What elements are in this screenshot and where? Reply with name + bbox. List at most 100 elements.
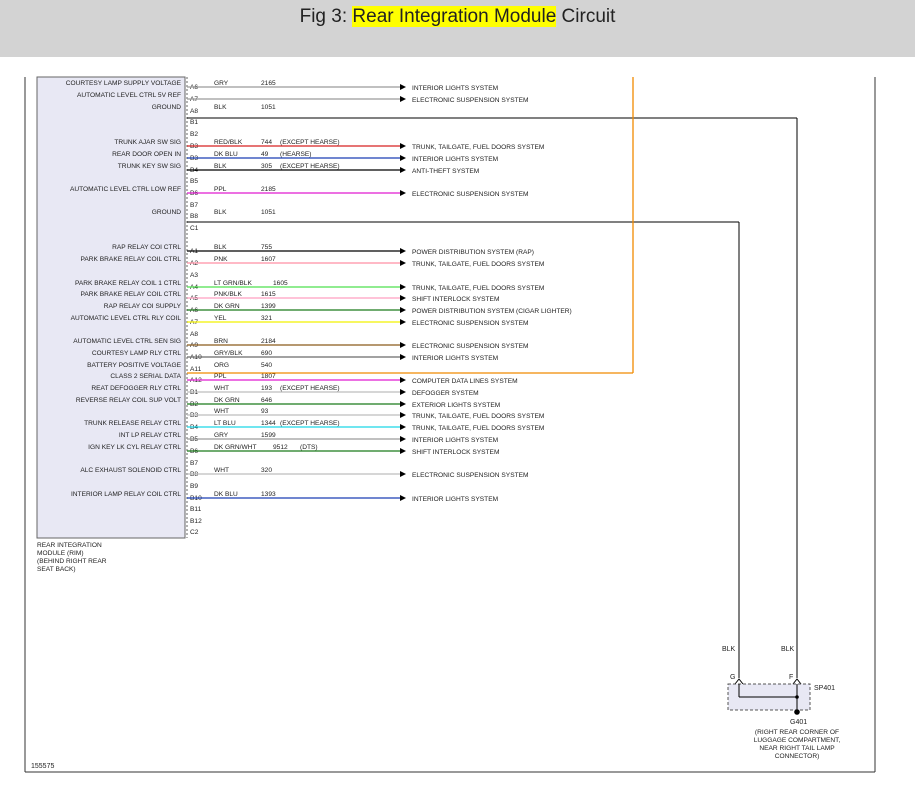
- wire-color-name: RED/BLK: [214, 139, 243, 146]
- pin-function-label: REVERSE RELAY COIL SUP VOLT: [76, 397, 181, 404]
- splice-dot: [795, 695, 799, 699]
- destination-system: POWER DISTRIBUTION SYSTEM (RAP): [412, 249, 534, 256]
- wire-note: (EXCEPT HEARSE): [280, 385, 340, 392]
- pin-number: B2: [190, 131, 198, 138]
- circuit-number: 2184: [261, 338, 276, 345]
- wire-color-name: LT GRN/BLK: [214, 280, 252, 287]
- circuit-number: 1344: [261, 420, 276, 427]
- circuit-number: 690: [261, 350, 272, 357]
- destination-system: INTERIOR LIGHTS SYSTEM: [412, 355, 498, 362]
- destination-system: SHIFT INTERLOCK SYSTEM: [412, 296, 499, 303]
- wire-arrow: [400, 260, 406, 266]
- destination-system: INTERIOR LIGHTS SYSTEM: [412, 496, 498, 503]
- destination-system: ELECTRONIC SUSPENSION SYSTEM: [412, 472, 529, 479]
- wire-color-name: PPL: [214, 373, 227, 380]
- circuit-number: 744: [261, 139, 272, 146]
- destination-system: COMPUTER DATA LINES SYSTEM: [412, 378, 518, 385]
- pin-row: B7: [190, 202, 198, 209]
- ground-location-line: LUGGAGE COMPARTMENT,: [754, 737, 841, 744]
- wire-arrow: [400, 389, 406, 395]
- pin-function-label: RAP RELAY COI CTRL: [112, 244, 181, 251]
- pin-function-label: PARK BRAKE RELAY COIL CTRL: [80, 291, 181, 298]
- circuit-number: 646: [261, 397, 272, 404]
- pin-number: B7: [190, 460, 198, 467]
- pin-function-label: BATTERY POSITIVE VOLTAGE: [87, 362, 182, 369]
- ground-left-wire-color: BLK: [722, 646, 736, 653]
- wire-color-name: PNK/BLK: [214, 291, 242, 298]
- wire-arrow: [400, 248, 406, 254]
- wire-arrow: [400, 495, 406, 501]
- terminal-f-arrow: [792, 678, 802, 685]
- circuit-number: 1399: [261, 303, 276, 310]
- wire-arrow: [400, 448, 406, 454]
- destination-system: ELECTRONIC SUSPENSION SYSTEM: [412, 97, 529, 104]
- pin-function-label: CLASS 2 SERIAL DATA: [110, 373, 181, 380]
- pin-function-label: AUTOMATIC LEVEL CTRL RLY COIL: [71, 315, 182, 322]
- destination-system: POWER DISTRIBUTION SYSTEM (CIGAR LIGHTER…: [412, 308, 572, 315]
- pin-function-label: TRUNK RELEASE RELAY CTRL: [84, 420, 181, 427]
- pin-number: C2: [190, 529, 199, 536]
- destination-system: TRUNK, TAILGATE, FUEL DOORS SYSTEM: [412, 413, 544, 420]
- pin-function-label: PARK BRAKE RELAY COIL CTRL: [80, 256, 181, 263]
- circuit-number: 2185: [261, 186, 276, 193]
- pin-function-label: GROUND: [152, 209, 182, 216]
- ground-location-line: (RIGHT REAR CORNER OF: [755, 729, 839, 736]
- circuit-number: 755: [261, 244, 272, 251]
- circuit-number: 1051: [261, 209, 276, 216]
- pin-function-label: RAP RELAY COI SUPPLY: [104, 303, 182, 310]
- module-name-line: (BEHIND RIGHT REAR: [37, 558, 107, 565]
- pin-row: B9: [190, 483, 198, 490]
- pin-function-label: IGN KEY LK CYL RELAY CTRL: [88, 444, 181, 451]
- wire-color-name: ORG: [214, 362, 229, 369]
- figure-number: 155575: [31, 763, 54, 770]
- module-name-line: REAR INTEGRATION: [37, 542, 102, 549]
- wire-color-name: GRY: [214, 80, 229, 87]
- ground-location: (RIGHT REAR CORNER OFLUGGAGE COMPARTMENT…: [754, 729, 841, 760]
- circuit-number: 93: [261, 408, 269, 415]
- wire-arrow: [400, 155, 406, 161]
- module-name-line: SEAT BACK): [37, 566, 76, 573]
- pin-row: C2: [190, 529, 199, 536]
- pin-row: B7: [190, 460, 198, 467]
- pin-number: A3: [190, 272, 198, 279]
- pin-number: B8: [190, 213, 198, 220]
- wire-arrow: [400, 401, 406, 407]
- pin-function-label: PARK BRAKE RELAY COIL 1 CTRL: [75, 280, 181, 287]
- pin-function-label: ALC EXHAUST SOLENOID CTRL: [80, 467, 181, 474]
- circuit-number: 1605: [273, 280, 288, 287]
- destination-system: TRUNK, TAILGATE, FUEL DOORS SYSTEM: [412, 144, 544, 151]
- circuit-number: 193: [261, 385, 272, 392]
- pin-number: B12: [190, 518, 202, 525]
- wire-color-name: BLK: [214, 244, 227, 251]
- wire-color-name: BLK: [214, 209, 227, 216]
- pin-number: C1: [190, 225, 199, 232]
- wire-note: (EXCEPT HEARSE): [280, 163, 340, 170]
- pin-row: B5: [190, 178, 198, 185]
- wire-arrow: [400, 295, 406, 301]
- pin-row: B3WHT93TRUNK, TAILGATE, FUEL DOORS SYSTE…: [187, 408, 544, 420]
- wire-arrow: [400, 377, 406, 383]
- module-name-line: MODULE (RIM): [37, 550, 84, 557]
- destination-system: TRUNK, TAILGATE, FUEL DOORS SYSTEM: [412, 425, 544, 432]
- wire-arrow: [400, 424, 406, 430]
- circuit-number: 1807: [261, 373, 276, 380]
- pin-function-label: COURTESY LAMP RLY CTRL: [92, 350, 181, 357]
- circuit-number: 1607: [261, 256, 276, 263]
- wire-arrow: [400, 471, 406, 477]
- wire-color-name: DK GRN/WHT: [214, 444, 257, 451]
- wire-arrow: [400, 84, 406, 90]
- wire-color-name: BLK: [214, 104, 227, 111]
- wire-color-name: DK BLU: [214, 491, 238, 498]
- wire-arrow: [400, 284, 406, 290]
- circuit-number: 320: [261, 467, 272, 474]
- pin-number: B7: [190, 202, 198, 209]
- wire-arrow: [400, 342, 406, 348]
- wire-color-name: PPL: [214, 186, 227, 193]
- wire-color-name: WHT: [214, 408, 229, 415]
- circuit-number: 1051: [261, 104, 276, 111]
- pin-row: B2: [190, 131, 198, 138]
- wire-arrow: [400, 354, 406, 360]
- wire-arrow: [400, 143, 406, 149]
- wire-note: (HEARSE): [280, 151, 312, 158]
- ground-right-wire-color: BLK: [781, 646, 795, 653]
